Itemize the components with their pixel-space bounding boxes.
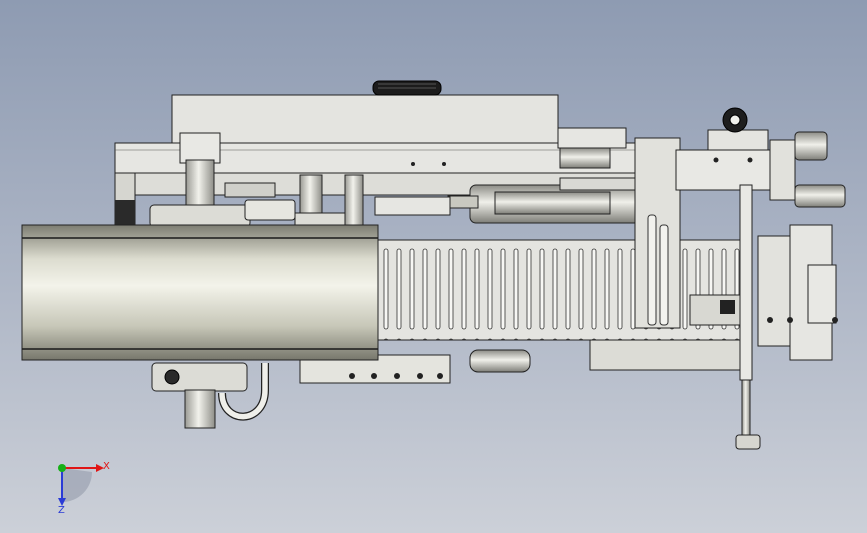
z-axis-label: Z — [58, 505, 65, 516]
y-axis-dot-icon — [58, 464, 66, 472]
left-post — [179, 132, 221, 164]
slotted-rail — [377, 239, 744, 341]
right-frame — [634, 137, 681, 329]
axis-triad: X Z — [58, 461, 110, 516]
top-housing — [171, 94, 559, 146]
drum — [21, 224, 379, 361]
x-axis-label: X — [103, 461, 110, 472]
cad-viewport[interactable]: X Z — [0, 0, 867, 533]
assembly-model[interactable] — [0, 0, 867, 533]
